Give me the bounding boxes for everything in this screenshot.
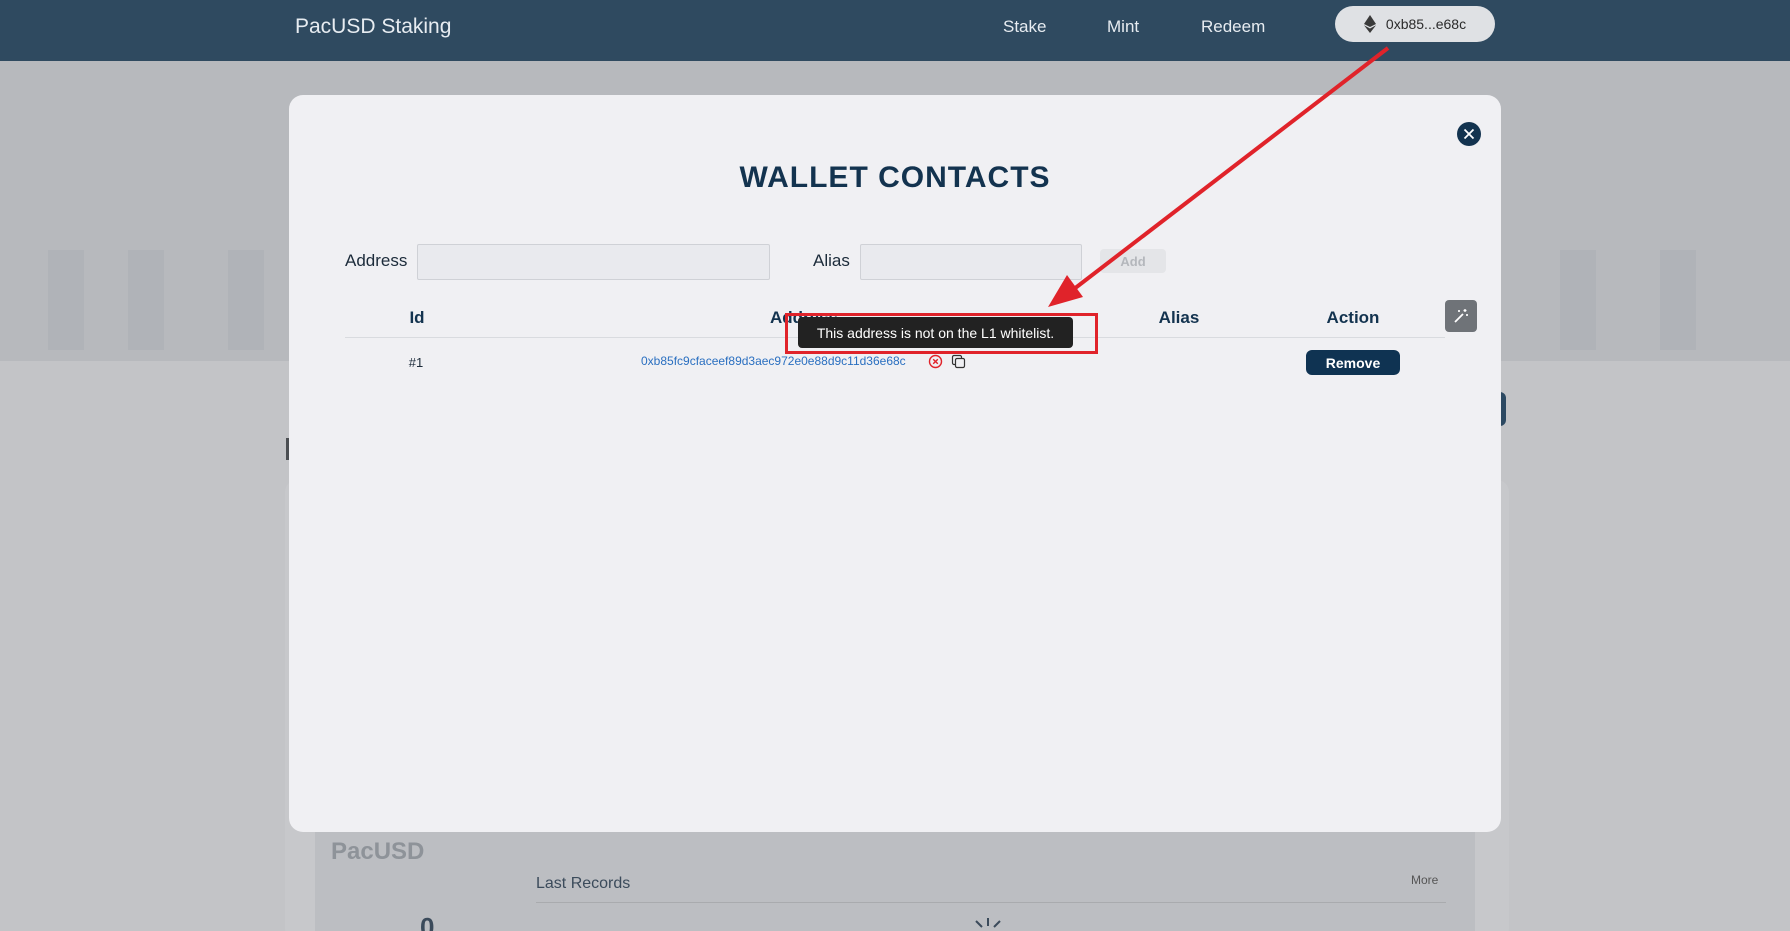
background-stat-value: 0 <box>420 912 435 931</box>
close-icon <box>1463 128 1475 140</box>
address-label: Address <box>345 251 408 270</box>
background-panel <box>315 820 1475 931</box>
wallet-address: 0xb85...e68c <box>1385 16 1467 32</box>
ethereum-icon <box>1363 15 1376 33</box>
row-address-link[interactable]: 0xb85fc9cfaceef89d3aec972e0e88d9c11d36e6… <box>641 354 906 368</box>
background-divider <box>536 902 1446 903</box>
alias-input[interactable] <box>860 244 1082 280</box>
close-modal-button[interactable] <box>1457 122 1481 146</box>
brand-title[interactable]: PacUSD Staking <box>295 15 451 39</box>
more-link: More <box>1411 873 1439 887</box>
column-header-alias: Alias <box>1158 308 1200 327</box>
wallet-contacts-modal: WALLET CONTACTS Address Alias Add Id Add… <box>289 95 1501 832</box>
address-input[interactable] <box>417 244 770 280</box>
magic-wand-icon <box>1454 309 1468 323</box>
background-card-title: PacUSD <box>331 838 425 865</box>
loading-spinner-icon <box>975 918 1001 928</box>
top-navbar: PacUSD Staking Stake Mint Redeem 0xb85..… <box>0 0 1790 61</box>
background-tile <box>1560 250 1596 350</box>
background-tile <box>228 250 264 350</box>
last-records-heading: Last Records <box>536 875 631 892</box>
nav-mint[interactable]: Mint <box>1107 17 1139 37</box>
wallet-button[interactable]: 0xb85...e68c <box>1335 6 1495 42</box>
background-tile <box>1660 250 1696 350</box>
nav-stake[interactable]: Stake <box>1003 17 1046 37</box>
not-whitelisted-warning-icon[interactable] <box>928 354 943 369</box>
row-id: #1 <box>408 355 424 370</box>
add-contact-button[interactable]: Add <box>1100 249 1166 273</box>
annotation-highlight-box <box>785 313 1098 354</box>
background-tile <box>128 250 164 350</box>
nav-redeem[interactable]: Redeem <box>1201 17 1265 37</box>
copy-icon[interactable] <box>951 354 966 369</box>
column-header-id: Id <box>409 308 425 327</box>
modal-title: WALLET CONTACTS <box>739 161 1051 194</box>
magic-wand-button[interactable] <box>1445 300 1477 332</box>
alias-label: Alias <box>813 251 850 270</box>
column-header-action: Action <box>1326 308 1380 327</box>
background-tile <box>48 250 84 350</box>
remove-contact-button[interactable]: Remove <box>1306 350 1400 375</box>
